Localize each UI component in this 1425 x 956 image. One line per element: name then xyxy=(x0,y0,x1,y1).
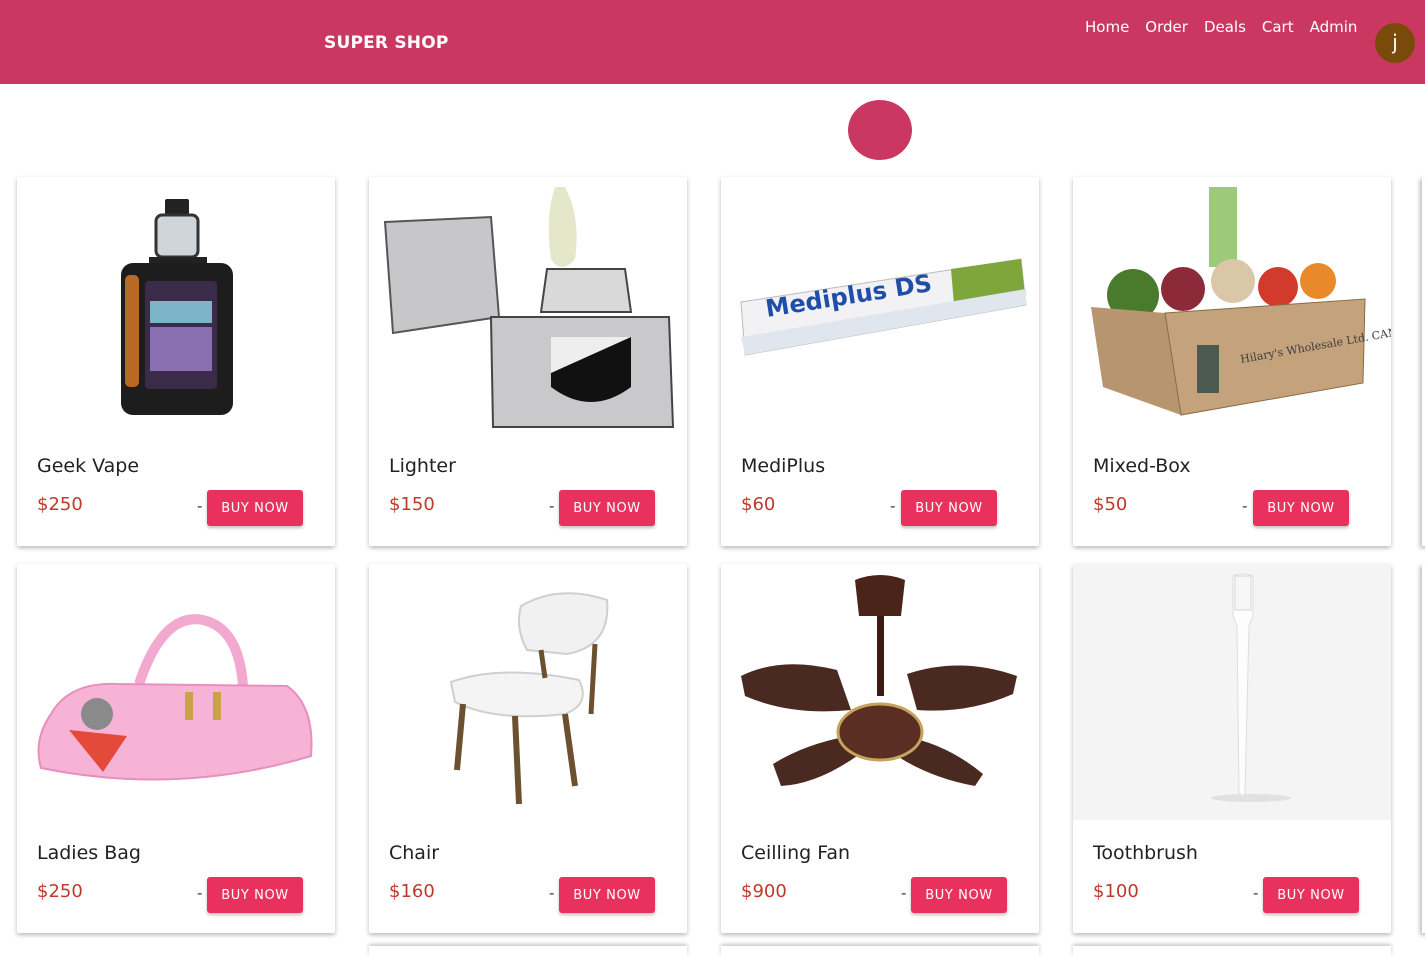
product-card: Chair $160 - BUY NOW xyxy=(369,564,687,933)
product-price: $100 xyxy=(1093,881,1139,902)
lighter-image xyxy=(383,187,675,428)
buy-now-button[interactable]: BUY NOW xyxy=(911,877,1007,913)
separator-dash: - xyxy=(197,884,203,902)
separator-dash: - xyxy=(197,497,203,515)
product-price: $150 xyxy=(389,494,435,515)
separator-dash: - xyxy=(549,497,555,515)
product-card: Lighter $150 - BUY NOW xyxy=(369,177,687,546)
product-price: $160 xyxy=(389,881,435,902)
nav-links: Home Order Deals Cart Admin xyxy=(1085,18,1373,36)
separator-dash: - xyxy=(1242,497,1248,515)
separator-dash: - xyxy=(1253,884,1259,902)
vegetable-box-image: Hilary's Wholesale Ltd. CAMBRIDGE xyxy=(1091,187,1391,416)
buy-now-button[interactable]: BUY NOW xyxy=(559,877,655,913)
product-name: Ceilling Fan xyxy=(741,842,851,864)
nav-deals[interactable]: Deals xyxy=(1204,18,1246,36)
buy-now-button[interactable]: BUY NOW xyxy=(901,490,997,526)
product-card: Ceilling Fan $900 - BUY NOW xyxy=(721,564,1039,933)
buy-now-button[interactable]: BUY NOW xyxy=(1263,877,1359,913)
product-name: Toothbrush xyxy=(1093,842,1198,864)
buy-now-button[interactable]: BUY NOW xyxy=(559,490,655,526)
product-card: Toothbrush $100 - BUY NOW xyxy=(1073,564,1391,933)
vape-device-image xyxy=(121,199,233,415)
chair-image xyxy=(449,592,609,805)
brand-logo[interactable]: SUPER SHOP xyxy=(324,33,449,53)
product-price: $250 xyxy=(37,494,83,515)
product-name: MediPlus xyxy=(741,455,826,477)
separator-dash: - xyxy=(549,884,555,902)
product-name: Mixed-Box xyxy=(1093,455,1191,477)
nav-admin[interactable]: Admin xyxy=(1310,18,1358,36)
product-name: Ladies Bag xyxy=(37,842,141,864)
nav-cart[interactable]: Cart xyxy=(1262,18,1294,36)
navbar: SUPER SHOP Home Order Deals Cart Admin j xyxy=(0,0,1425,84)
product-card-partial xyxy=(369,946,687,956)
product-name: Chair xyxy=(389,842,440,864)
product-card-partial xyxy=(721,946,1039,956)
product-price: $50 xyxy=(1093,494,1128,515)
nav-home[interactable]: Home xyxy=(1085,18,1129,36)
product-price: $900 xyxy=(741,881,787,902)
product-card: Mediplus DS MediPlus $60 - BUY NOW xyxy=(721,177,1039,546)
loading-spinner xyxy=(848,100,912,160)
toothbrush-image xyxy=(1073,564,1391,820)
ceiling-fan-image xyxy=(741,575,1017,786)
product-card: Geek Vape $250 - BUY NOW xyxy=(17,177,335,546)
product-card: Hilary's Wholesale Ltd. CAMBRIDGE Mixed-… xyxy=(1073,177,1391,546)
buy-now-button[interactable]: BUY NOW xyxy=(207,490,303,526)
user-avatar[interactable]: j xyxy=(1375,23,1415,63)
product-price: $250 xyxy=(37,881,83,902)
nav-order[interactable]: Order xyxy=(1145,18,1188,36)
separator-dash: - xyxy=(901,884,907,902)
product-card-partial xyxy=(1073,946,1391,956)
product-name: Geek Vape xyxy=(37,455,140,477)
product-name: Lighter xyxy=(389,455,456,477)
handbag-image xyxy=(37,614,313,781)
product-price: $60 xyxy=(741,494,776,515)
product-card: Ladies Bag $250 - BUY NOW xyxy=(17,564,335,933)
buy-now-button[interactable]: BUY NOW xyxy=(207,877,303,913)
separator-dash: - xyxy=(890,497,896,515)
buy-now-button[interactable]: BUY NOW xyxy=(1253,490,1349,526)
toothpaste-image: Mediplus DS xyxy=(740,258,1027,356)
